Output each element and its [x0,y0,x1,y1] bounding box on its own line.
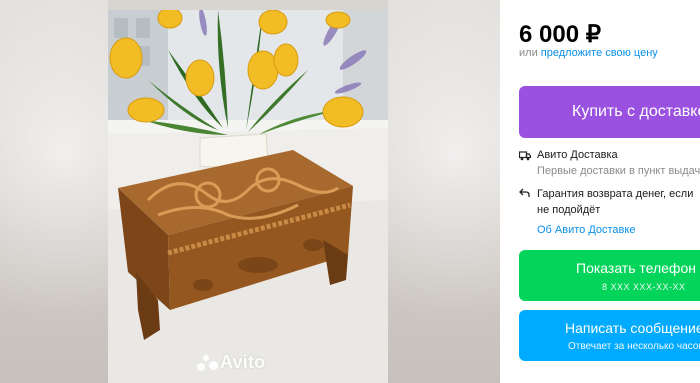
write-message-label: Написать сообщение [565,320,700,336]
avito-watermark: Avito [197,352,265,373]
price-offer-line: или предложите свою цену [519,47,658,59]
response-time-note: Отвечает за несколько часов [568,341,700,352]
guarantee-line-2: не подойдёт [537,204,601,216]
offer-price-link[interactable]: предложите свою цену [541,47,658,59]
product-photo[interactable] [108,10,388,383]
delivery-subtitle: Первые доставки в пункт выдачи [537,165,700,177]
offer-prefix: или [519,47,541,59]
money-back-guarantee: Гарантия возврата денег, если не подойдё… [537,186,693,218]
return-arrow-icon [519,188,530,197]
write-message-button[interactable]: Написать сообщение Отвечает за несколько… [519,310,700,361]
about-avito-delivery-link[interactable]: Об Авито Доставке [537,224,635,236]
avito-watermark-text: Avito [220,352,266,372]
avito-dots-icon [197,354,218,372]
product-photo-illustration [108,10,388,383]
show-phone-label: Показать телефон [576,260,696,276]
gallery-blur-left [0,0,108,383]
gallery-blur-right [388,0,500,383]
delivery-title: Авито Доставка [537,149,618,161]
show-phone-button[interactable]: Показать телефон 8 XXX XXX-XX-XX [519,250,700,301]
price: 6 000 ₽ [519,21,601,48]
masked-phone-number: 8 XXX XXX-XX-XX [602,282,686,292]
buy-button-label: Купить с доставкой [572,103,700,120]
guarantee-line-1: Гарантия возврата денег, если [537,188,694,200]
photo-gallery[interactable]: Avito [0,0,500,383]
buy-with-delivery-button[interactable]: Купить с доставкой [519,86,700,138]
listing-sidebar: 6 000 ₽ или предложите свою цену Купить … [519,0,700,383]
truck-icon [519,151,531,161]
